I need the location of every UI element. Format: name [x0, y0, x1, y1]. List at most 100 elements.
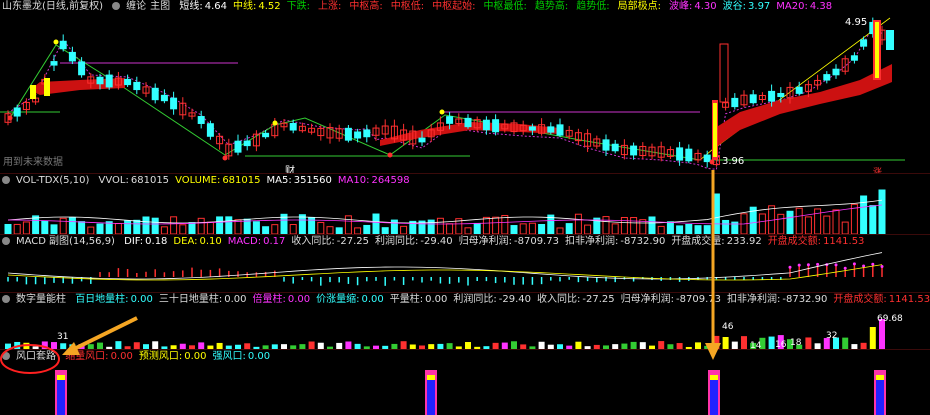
breakout-candle-core — [875, 22, 879, 78]
qty-item-5: 利润同比: -29.40 — [453, 294, 531, 305]
volume-bar — [620, 216, 628, 234]
macd-item-value: 0.18 — [145, 236, 168, 247]
volume-bar — [124, 220, 132, 234]
quantity-bar — [731, 341, 738, 349]
quantity-bar — [658, 341, 665, 349]
vol-item-value: 264598 — [371, 175, 410, 186]
quantity-bar — [639, 342, 646, 349]
wind-item-value: 0.00 — [247, 351, 271, 362]
candle-body — [133, 81, 141, 91]
macd-dot — [843, 266, 847, 270]
macd-header: MACD 副图(14,56,9) DIF: 0.18 DEA: 0.10 MACD: 0.1… — [2, 236, 870, 248]
settings-dot-icon[interactable] — [2, 176, 10, 184]
quantity-bar — [805, 337, 812, 349]
candle-body — [630, 145, 638, 156]
volume-bar — [188, 222, 196, 234]
indicator-name[interactable]: 缠论 — [126, 1, 146, 12]
candle-body — [96, 76, 104, 85]
candle-body — [160, 94, 168, 102]
wind-pane[interactable]: 风口套路 缩量风口: 0.00 预测风口: 0.00 强风口: 0.00 — [0, 350, 930, 415]
macd-dot — [797, 263, 801, 267]
main-item-0: 短线: 4.64 — [179, 1, 227, 12]
quantity-bar — [41, 341, 48, 349]
macd-dot — [862, 264, 866, 268]
main-item-label: 中线: — [233, 1, 257, 12]
symbol-title[interactable]: 山东墨龙(日线,前复权) — [2, 1, 103, 12]
high-price-label: 4.95 — [845, 17, 868, 28]
macd-indicator-name[interactable]: MACD — [16, 236, 46, 247]
quantity-indicator-name[interactable]: 数字量能柱 — [16, 294, 66, 305]
main-item-3: 上涨: — [318, 1, 343, 12]
volume-bar — [841, 221, 849, 234]
main-item-label: 上涨: — [318, 1, 342, 12]
quantity-bar — [741, 336, 747, 349]
settings-dot-icon[interactable] — [2, 352, 10, 360]
candle-body — [262, 132, 270, 138]
main-item-11: 波峰: 4.30 — [669, 1, 717, 12]
volume-bar — [344, 215, 352, 234]
volume-bar — [32, 215, 40, 234]
quantity-bar-label: 69.68 — [877, 314, 903, 324]
qty-item-1: 三十日地量柱: 0.00 — [159, 294, 247, 305]
candle-body — [823, 74, 831, 81]
quantity-bar — [869, 327, 876, 349]
macd-item-4: 利润同比: -29.40 — [375, 236, 453, 247]
candle-body — [151, 87, 159, 101]
settings-dot-icon[interactable] — [2, 237, 10, 245]
macd-item-5: 归母净利润: -8709.73 — [459, 236, 559, 247]
qty-item-value: 0.00 — [361, 294, 384, 305]
volume-bar — [492, 216, 500, 234]
volume-bar — [602, 216, 610, 234]
main-item-value: 4.30 — [694, 1, 717, 12]
candle-body — [243, 140, 251, 147]
peak-marker — [53, 39, 59, 45]
qty-item-label: 收入同比: — [537, 294, 581, 305]
volume-bar — [869, 205, 877, 234]
quantity-bar-label: 46 — [722, 322, 734, 332]
volume-bar — [4, 223, 12, 234]
volume-bar — [326, 226, 334, 234]
settings-dot-icon[interactable] — [112, 2, 121, 10]
wind-item-value: 0.00 — [110, 351, 133, 362]
candle-body — [749, 94, 757, 104]
candle-body — [50, 61, 58, 66]
main-item-5: 中枢低: — [391, 1, 426, 12]
qty-item-6: 收入同比: -27.25 — [537, 294, 615, 305]
quantity-bar — [511, 341, 517, 349]
volume-bar — [832, 209, 840, 234]
macd-pane[interactable]: MACD 副图(14,56,9) DIF: 0.18 DEA: 0.10 MACD: 0.1… — [0, 235, 930, 292]
volume-pane[interactable]: VOL-TDX(5,10) VVOL: 681015 VOLUME: 681015 MA… — [0, 174, 930, 234]
qty-item-value: -29.40 — [498, 294, 532, 305]
main-item-value: 4.52 — [258, 1, 281, 12]
main-item-2: 下跌: — [287, 1, 312, 12]
qty-item-3: 价涨量缩: 0.00 — [316, 294, 384, 305]
wind-indicator-name[interactable]: 风口套路 — [16, 351, 56, 362]
qty-item-label: 百日地量柱: — [75, 294, 129, 305]
vol-item-label: VOLUME: — [175, 175, 221, 186]
volume-bar — [648, 216, 656, 234]
candle-body — [731, 97, 739, 108]
volume-indicator-name[interactable]: VOL-TDX(5,10) — [16, 175, 89, 186]
macd-item-value: -8732.90 — [620, 236, 666, 247]
quantity-bar — [630, 341, 637, 349]
quantity-bar-pane[interactable]: 31 46 14 18 16 32 69.68 数字量能柱 百日地量柱: 0.00 三十日地量柱… — [0, 293, 930, 349]
volume-bar — [225, 216, 233, 234]
volume-bar — [363, 224, 371, 234]
wind-signal-core — [427, 380, 435, 415]
settings-dot-icon[interactable] — [2, 295, 10, 303]
volume-bar — [694, 225, 702, 234]
main-chart-pane[interactable]: 山东墨龙(日线,前复权) 缠论 主图 短线: 4.64 中线: 4.52 下跌: 上涨: 中枢… — [0, 0, 930, 173]
quantity-bar — [400, 341, 407, 349]
main-item-label: 波谷: — [722, 1, 747, 12]
candlestick-chart[interactable] — [0, 0, 930, 173]
macd-item-0: DIF: 0.18 — [124, 236, 167, 247]
macd-item-label: 开盘成交额: — [767, 236, 822, 247]
wind-item-0: 缩量风口: 0.00 — [65, 351, 133, 362]
qty-item-value: -8732.90 — [782, 294, 828, 305]
qty-item-9: 开盘成交额: 1141.53 — [833, 294, 930, 305]
macd-dot — [834, 263, 838, 267]
macd-item-label: 开盘成交量: — [671, 236, 725, 247]
candle-body — [602, 139, 610, 151]
macd-dot — [880, 264, 884, 268]
wind-item-label: 预测风口: — [138, 351, 183, 362]
